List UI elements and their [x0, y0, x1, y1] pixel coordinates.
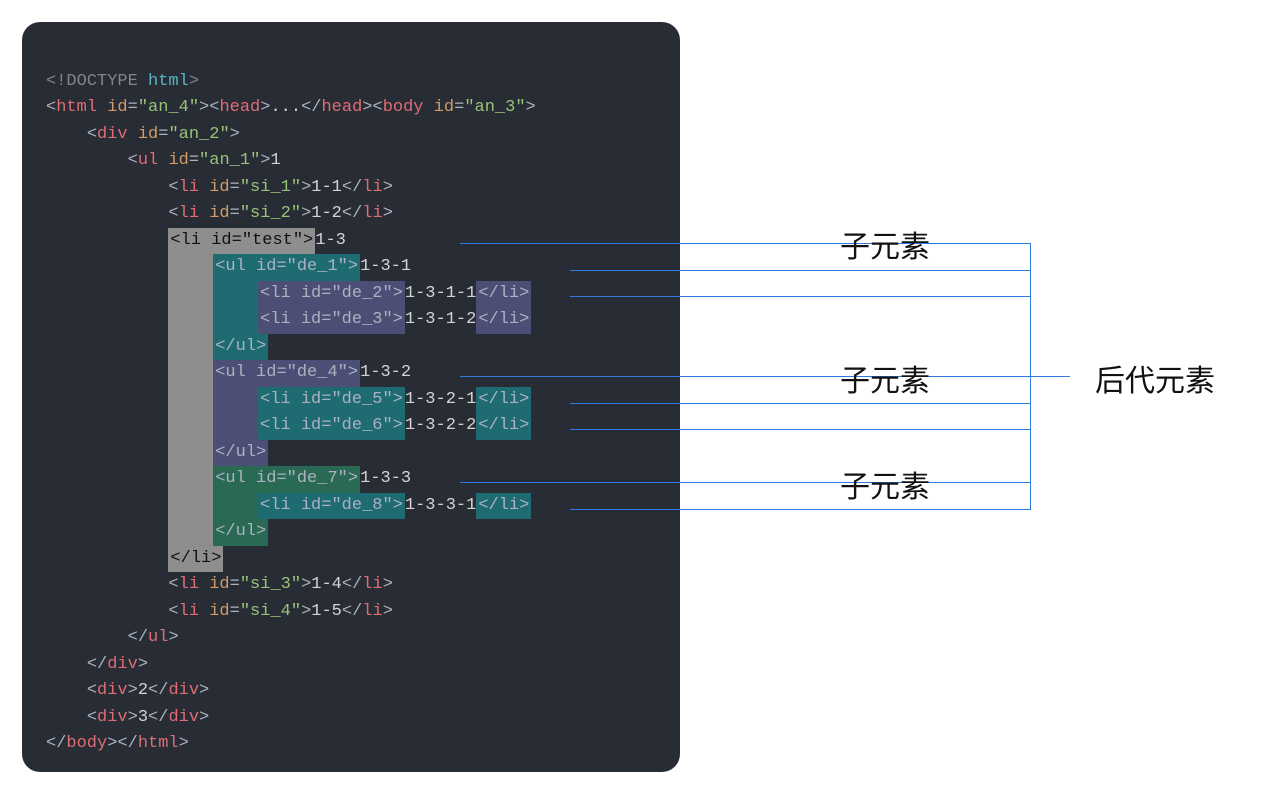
li-de3: <li id="de_3">: [258, 307, 405, 334]
code-panel: <!DOCTYPE html> <html id="an_4"><head>..…: [22, 22, 680, 772]
doctype-line: <!DOCTYPE html>: [46, 72, 199, 91]
connector-line: [570, 509, 1030, 510]
connector-line: [570, 403, 1030, 404]
connector-line: [460, 482, 1030, 483]
child-ul-de1: <ul id="de_1">: [213, 254, 360, 281]
connector-line: [460, 243, 1030, 244]
child-label-1: 子元素: [840, 222, 930, 267]
connector-line: [570, 270, 1030, 271]
li-de6: <li id="de_6">: [258, 413, 405, 440]
connector-line: [570, 296, 1030, 297]
child-ul-de4: <ul id="de_4">: [213, 360, 360, 387]
child-label-3: 子元素: [840, 462, 930, 507]
connector-line: [460, 376, 1030, 377]
li-de2: <li id="de_2">: [258, 281, 405, 308]
child-label-2: 子元素: [840, 356, 930, 401]
connector-to-descendant: [1030, 376, 1070, 377]
child-ul-de7: <ul id="de_7">: [213, 466, 360, 493]
li-de8: <li id="de_8">: [258, 493, 405, 520]
li-de5: <li id="de_5">: [258, 387, 405, 414]
selected-li-open: <li id="test">: [168, 228, 315, 255]
descendant-label: 后代元素: [1095, 356, 1215, 401]
connector-line: [570, 429, 1030, 430]
